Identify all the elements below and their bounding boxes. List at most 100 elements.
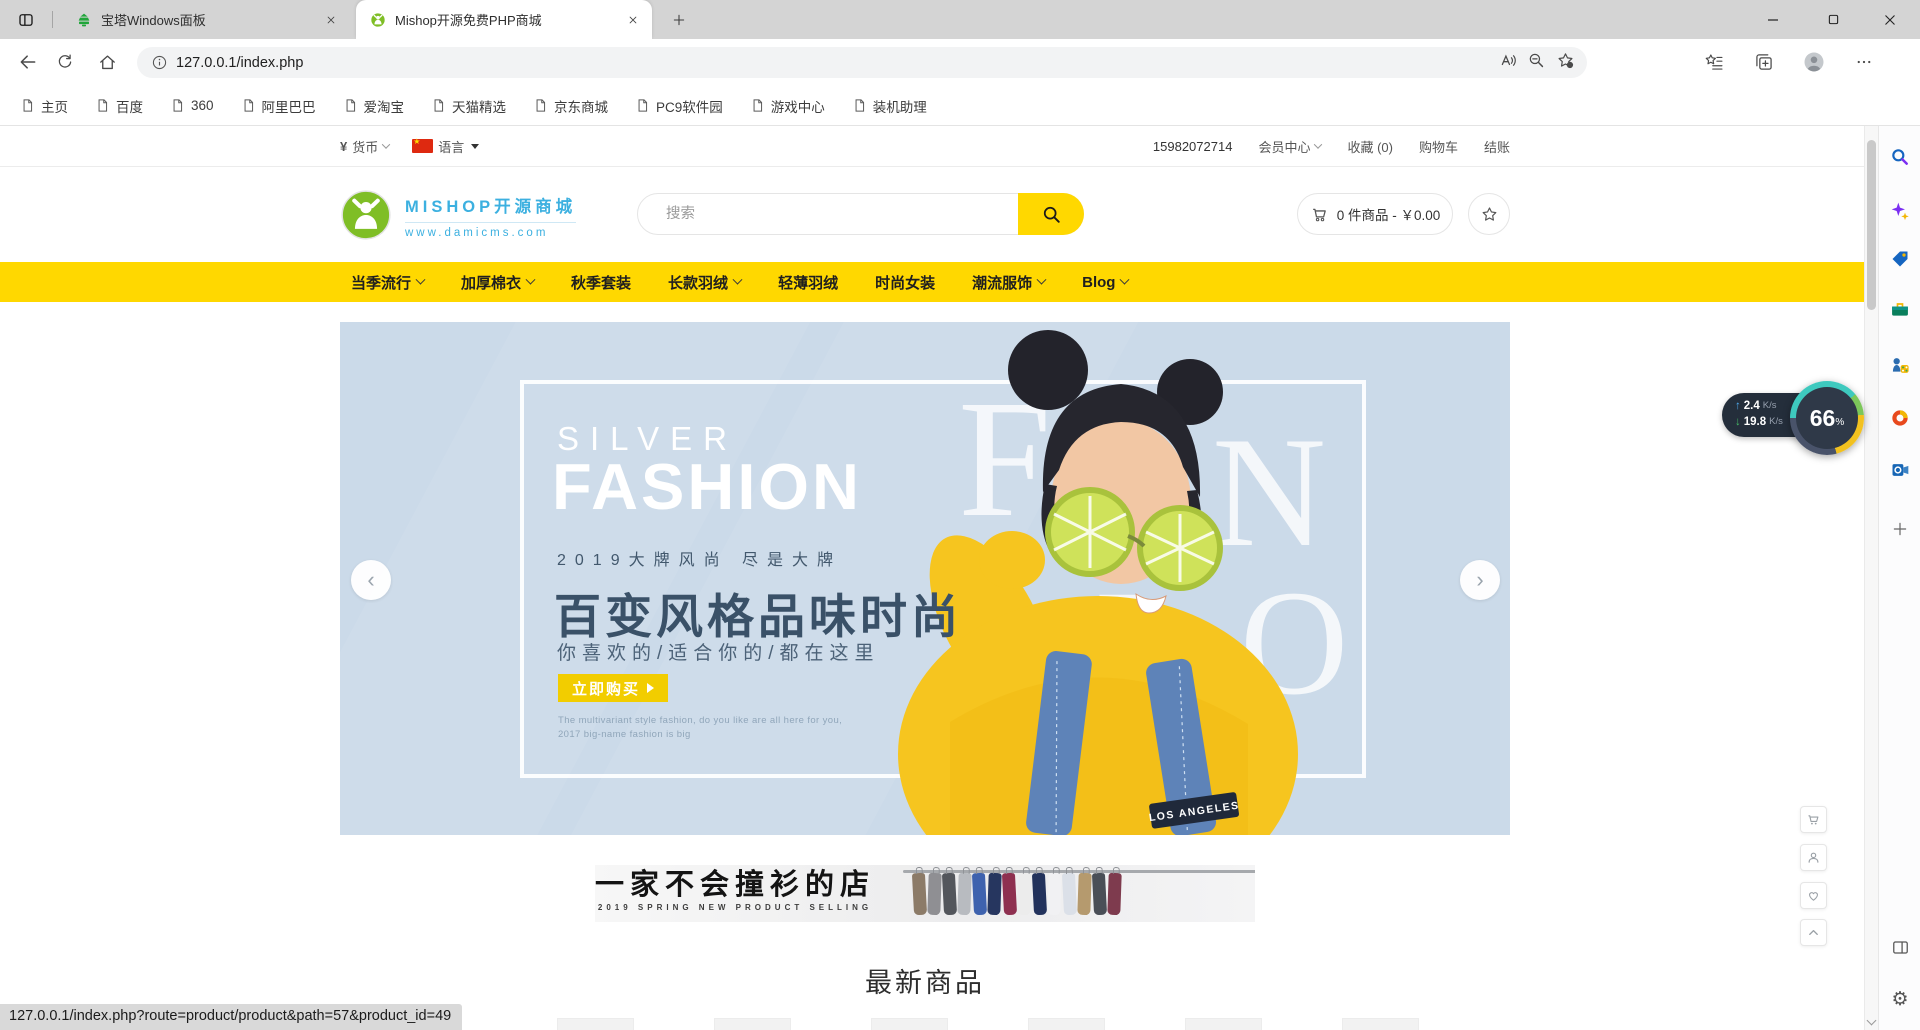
wishlist-button[interactable] xyxy=(1468,193,1510,235)
sidebar-split-screen-button[interactable] xyxy=(1885,932,1915,962)
bookmark-label: 爱淘宝 xyxy=(364,96,405,116)
sidebar-outlook-button[interactable] xyxy=(1885,455,1915,485)
star-icon xyxy=(1480,205,1499,224)
banner-word-fashion: FASHION xyxy=(552,454,862,519)
back-button[interactable] xyxy=(12,46,44,78)
fineprint-line: The multivariant style fashion, do you l… xyxy=(558,714,842,728)
read-aloud-button[interactable] xyxy=(1498,51,1517,75)
scrollbar-thumb[interactable] xyxy=(1867,140,1876,310)
tab-actions-button[interactable] xyxy=(12,7,40,33)
latest-products-heading: 最新商品 xyxy=(340,961,1510,1000)
cart-link[interactable]: 购物车 xyxy=(1419,137,1458,156)
scrollbar-down-arrow[interactable] xyxy=(1867,1016,1877,1026)
cart-summary-button[interactable]: 0 件商品 - ￥0.00 xyxy=(1297,193,1453,235)
profile-button[interactable] xyxy=(1798,46,1830,78)
nav-item[interactable]: 秋季套装 xyxy=(571,272,631,293)
clothing-item xyxy=(912,873,927,916)
nav-item[interactable]: 潮流服饰 xyxy=(972,272,1045,293)
nav-item-label: 潮流服饰 xyxy=(972,272,1032,293)
nav-item[interactable]: 轻薄羽绒 xyxy=(778,272,838,293)
nav-item[interactable]: 时尚女装 xyxy=(875,272,935,293)
sidebar-settings-button[interactable]: ⚙ xyxy=(1885,984,1915,1014)
tab-bar: 宝塔Windows面板 Mishop开源免费PHP商城 xyxy=(0,0,1920,39)
page-icon xyxy=(170,98,185,113)
member-center-link[interactable]: 会员中心 xyxy=(1258,137,1321,156)
bookmark-item[interactable]: 装机助理 xyxy=(852,96,927,116)
read-aloud-icon xyxy=(1498,51,1517,70)
sidebar-shopping-button[interactable] xyxy=(1885,244,1915,274)
bookmark-item[interactable]: 爱淘宝 xyxy=(343,96,405,116)
new-tab-button[interactable] xyxy=(666,7,692,33)
carousel-next-button[interactable]: › xyxy=(1460,560,1500,600)
sidebar-office-button[interactable] xyxy=(1885,403,1915,433)
window-minimize-button[interactable] xyxy=(1750,0,1796,39)
sidebar-copilot-button[interactable] xyxy=(1885,196,1915,226)
product-image-placeholder xyxy=(871,1018,948,1030)
promo-banner[interactable]: 一家不会撞衫的店 2019 SPRING NEW PRODUCT SELLING xyxy=(340,865,1510,922)
bookmark-item[interactable]: 主页 xyxy=(20,96,68,116)
settings-menu-button[interactable] xyxy=(1848,46,1880,78)
site-info-icon[interactable] xyxy=(151,54,168,71)
home-button[interactable] xyxy=(91,46,123,78)
nav-item[interactable]: 加厚棉衣 xyxy=(461,272,534,293)
shopping-tag-icon xyxy=(1890,249,1910,269)
close-icon xyxy=(326,15,336,25)
language-label: 语言 xyxy=(438,137,464,156)
cart-icon xyxy=(1806,812,1821,827)
hero-banner[interactable]: FNJOY LOS ANGELES xyxy=(340,322,1510,835)
heart-icon xyxy=(1806,888,1821,903)
site-logo[interactable]: MISHOP开源商城 www.damicms.com xyxy=(340,189,576,241)
address-bar[interactable]: 127.0.0.1/index.php xyxy=(137,47,1587,78)
checkout-link[interactable]: 结账 xyxy=(1484,137,1510,156)
sidebar-search-button[interactable] xyxy=(1885,142,1915,172)
tab-close-button[interactable] xyxy=(624,11,642,29)
nav-item[interactable]: 长款羽绒 xyxy=(668,272,741,293)
float-back-to-top-button[interactable] xyxy=(1800,919,1827,946)
bookmark-item[interactable]: 百度 xyxy=(95,96,143,116)
chevron-down-icon xyxy=(733,274,743,284)
bookmark-label: PC9软件园 xyxy=(656,96,723,116)
search-input[interactable] xyxy=(638,194,1008,234)
buy-now-button[interactable]: 立即购买 xyxy=(558,674,668,702)
promo-subtitle: 2019 SPRING NEW PRODUCT SELLING xyxy=(595,903,875,912)
float-cart-button[interactable] xyxy=(1800,806,1827,833)
wishlist-link[interactable]: 收藏 (0) xyxy=(1347,137,1393,156)
nav-item[interactable]: Blog xyxy=(1082,274,1128,291)
close-icon xyxy=(628,15,638,25)
add-favorite-button[interactable] xyxy=(1556,51,1575,75)
chevron-down-icon xyxy=(1120,274,1130,284)
sidebar-tools-button[interactable] xyxy=(1885,294,1915,324)
bookmark-item[interactable]: 阿里巴巴 xyxy=(241,96,316,116)
product-grid xyxy=(340,1018,1510,1030)
tab-baota[interactable]: 宝塔Windows面板 xyxy=(62,0,350,39)
language-selector[interactable]: 语言 xyxy=(412,137,479,156)
carousel-prev-button[interactable]: ‹ xyxy=(351,560,391,600)
window-maximize-button[interactable] xyxy=(1810,0,1856,39)
currency-selector[interactable]: ¥ 货币 xyxy=(340,137,389,156)
search-button[interactable] xyxy=(1018,193,1084,235)
bookmark-item[interactable]: 京东商城 xyxy=(533,96,608,116)
bookmark-item[interactable]: 游戏中心 xyxy=(750,96,825,116)
refresh-button[interactable] xyxy=(49,46,81,78)
clothing-item xyxy=(987,873,1001,915)
favorites-hub-button[interactable] xyxy=(1698,46,1730,78)
page-scrollbar[interactable] xyxy=(1864,126,1878,1030)
games-icon xyxy=(1890,355,1910,375)
usage-gauge-widget[interactable]: 66 % xyxy=(1790,381,1864,455)
window-close-button[interactable] xyxy=(1867,0,1913,39)
zoom-out-button[interactable] xyxy=(1527,51,1546,75)
collections-button[interactable] xyxy=(1748,46,1780,78)
plus-icon xyxy=(1891,520,1909,538)
sidebar-add-button[interactable] xyxy=(1885,514,1915,544)
tab-mishop-active[interactable]: Mishop开源免费PHP商城 xyxy=(356,0,652,39)
float-account-button[interactable] xyxy=(1800,844,1827,871)
sidebar-games-button[interactable] xyxy=(1885,350,1915,380)
tab-close-button[interactable] xyxy=(322,11,340,29)
chevron-down-icon xyxy=(416,274,426,284)
bookmark-item[interactable]: 天猫精选 xyxy=(431,96,506,116)
bookmark-item[interactable]: PC9软件园 xyxy=(635,96,723,116)
banner-headline: 百变风格品味时尚 xyxy=(554,578,962,647)
nav-item[interactable]: 当季流行 xyxy=(351,272,424,293)
float-wishlist-button[interactable] xyxy=(1800,882,1827,909)
bookmark-item[interactable]: 360 xyxy=(170,98,214,113)
